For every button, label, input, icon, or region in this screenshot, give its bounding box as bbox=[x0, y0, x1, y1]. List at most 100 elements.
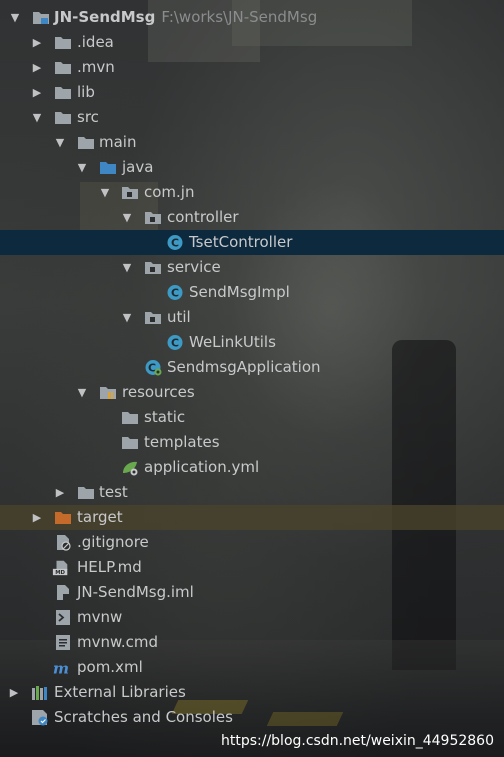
chevron-right-icon[interactable]: ▶ bbox=[30, 80, 44, 105]
tree-node-test[interactable]: ▶ test bbox=[0, 480, 504, 505]
yml-file-icon bbox=[123, 461, 138, 476]
tree-label-target: target bbox=[77, 508, 123, 526]
package-icon bbox=[145, 212, 161, 224]
tree-node-service[interactable]: ▼ service bbox=[0, 255, 504, 280]
tree-label-welink-utils: WeLinkUtils bbox=[189, 333, 276, 351]
tree-node-scratches[interactable]: Scratches and Consoles bbox=[0, 705, 504, 730]
tree-node-mvn[interactable]: ▶ .mvn bbox=[0, 55, 504, 80]
chevron-down-icon[interactable]: ▼ bbox=[120, 255, 134, 280]
libraries-icon bbox=[32, 686, 47, 700]
chevron-right-icon[interactable]: ▶ bbox=[30, 55, 44, 80]
tree-node-main[interactable]: ▼ main bbox=[0, 130, 504, 155]
tree-label-util: util bbox=[167, 308, 191, 326]
tree-label-static: static bbox=[144, 408, 186, 426]
scratches-icon bbox=[32, 710, 48, 726]
svg-text:C: C bbox=[171, 237, 179, 250]
project-name: JN-SendMsg bbox=[54, 8, 156, 26]
tree-node-project-root[interactable]: ▼ JN-SendMsg F:\works\JN-SendMsg bbox=[0, 5, 504, 30]
tree-label-controller: controller bbox=[167, 208, 239, 226]
chevron-down-icon[interactable]: ▼ bbox=[98, 180, 112, 205]
tree-node-mvnw-cmd[interactable]: mvnw.cmd bbox=[0, 630, 504, 655]
folder-icon bbox=[55, 112, 71, 124]
tree-label-com-jn: com.jn bbox=[144, 183, 195, 201]
tree-node-target[interactable]: ▶ target bbox=[0, 505, 504, 530]
tree-label-main: main bbox=[99, 133, 137, 151]
iml-file-icon bbox=[57, 585, 69, 600]
chevron-down-icon[interactable]: ▼ bbox=[120, 205, 134, 230]
tree-label-sendmsg-application: SendmsgApplication bbox=[167, 358, 321, 376]
folder-icon bbox=[122, 412, 138, 424]
tree-label-templates: templates bbox=[144, 433, 220, 451]
class-icon: C bbox=[167, 235, 183, 250]
svg-text:m: m bbox=[53, 659, 69, 676]
folder-icon bbox=[78, 137, 94, 149]
script-file-icon bbox=[56, 635, 70, 650]
tree-node-welink-utils[interactable]: C WeLinkUtils bbox=[0, 330, 504, 355]
watermark-text: https://blog.csdn.net/weixin_44952860 bbox=[220, 733, 494, 749]
package-icon bbox=[145, 312, 161, 324]
tree-node-templates[interactable]: templates bbox=[0, 430, 504, 455]
svg-text:MD: MD bbox=[55, 570, 65, 576]
tree-node-sendmsg-application[interactable]: C SendmsgApplication bbox=[0, 355, 504, 380]
chevron-down-icon[interactable]: ▼ bbox=[8, 5, 22, 30]
tree-label-scratches: Scratches and Consoles bbox=[54, 708, 233, 726]
tree-label-mvnw: mvnw bbox=[77, 608, 123, 626]
tree-node-lib[interactable]: ▶ lib bbox=[0, 80, 504, 105]
tree-node-src[interactable]: ▼ src bbox=[0, 105, 504, 130]
chevron-down-icon[interactable]: ▼ bbox=[30, 105, 44, 130]
tree-label-service: service bbox=[167, 258, 221, 276]
project-path: F:\works\JN-SendMsg bbox=[161, 8, 318, 26]
resources-folder-icon bbox=[100, 387, 116, 399]
tree-node-send-msg-impl[interactable]: C SendMsgImpl bbox=[0, 280, 504, 305]
folder-icon bbox=[78, 487, 94, 499]
tree-node-iml[interactable]: JN-SendMsg.iml bbox=[0, 580, 504, 605]
folder-icon bbox=[55, 87, 71, 99]
chevron-right-icon[interactable]: ▶ bbox=[30, 30, 44, 55]
maven-pom-icon: m bbox=[53, 659, 69, 676]
chevron-down-icon[interactable]: ▼ bbox=[120, 305, 134, 330]
spring-boot-class-icon: C bbox=[145, 360, 162, 376]
tree-node-application-yml[interactable]: application.yml bbox=[0, 455, 504, 480]
tree-node-mvnw[interactable]: mvnw bbox=[0, 605, 504, 630]
folder-icon bbox=[55, 62, 71, 74]
source-folder-icon bbox=[100, 162, 116, 174]
tree-label-mvn: .mvn bbox=[77, 58, 115, 76]
tree-node-static[interactable]: static bbox=[0, 405, 504, 430]
gitignore-file-icon bbox=[57, 535, 71, 551]
chevron-down-icon[interactable]: ▼ bbox=[75, 380, 89, 405]
chevron-right-icon[interactable]: ▶ bbox=[53, 480, 67, 505]
excluded-folder-icon bbox=[55, 512, 71, 524]
tree-label-java: java bbox=[122, 158, 154, 176]
tree-node-external-libraries[interactable]: ▶ External Libraries bbox=[0, 680, 504, 705]
folder-icon bbox=[55, 37, 71, 49]
chevron-right-icon[interactable]: ▶ bbox=[7, 680, 21, 705]
script-file-icon bbox=[56, 610, 70, 625]
chevron-down-icon[interactable]: ▼ bbox=[53, 130, 67, 155]
tree-node-tset-controller[interactable]: C TsetController bbox=[0, 230, 504, 255]
tree-label-idea: .idea bbox=[77, 33, 114, 51]
tree-node-resources[interactable]: ▼ resources bbox=[0, 380, 504, 405]
markdown-file-icon: MD bbox=[52, 560, 68, 576]
tree-label-resources: resources bbox=[122, 383, 195, 401]
tree-label-lib: lib bbox=[77, 83, 95, 101]
tree-node-pom[interactable]: m pom.xml bbox=[0, 655, 504, 680]
tree-node-idea[interactable]: ▶ .idea bbox=[0, 30, 504, 55]
tree-node-java[interactable]: ▼ java bbox=[0, 155, 504, 180]
package-icon bbox=[145, 262, 161, 274]
tree-node-com-jn[interactable]: ▼ com.jn bbox=[0, 180, 504, 205]
tree-node-gitignore[interactable]: .gitignore bbox=[0, 530, 504, 555]
tree-node-help-md[interactable]: MD HELP.md bbox=[0, 555, 504, 580]
tree-label-test: test bbox=[99, 483, 128, 501]
chevron-right-icon[interactable]: ▶ bbox=[30, 505, 44, 530]
tree-label-mvnw-cmd: mvnw.cmd bbox=[77, 633, 159, 651]
tree-label-help-md: HELP.md bbox=[77, 558, 142, 576]
tree-node-util[interactable]: ▼ util bbox=[0, 305, 504, 330]
svg-text:C: C bbox=[171, 337, 179, 350]
chevron-down-icon[interactable]: ▼ bbox=[75, 155, 89, 180]
tree-label-send-msg-impl: SendMsgImpl bbox=[189, 283, 290, 301]
package-icon bbox=[122, 187, 138, 199]
project-label: JN-SendMsg F:\works\JN-SendMsg bbox=[54, 5, 317, 30]
tree-node-controller[interactable]: ▼ controller bbox=[0, 205, 504, 230]
tree-label-src: src bbox=[77, 108, 99, 126]
tree-label-pom: pom.xml bbox=[77, 658, 143, 676]
